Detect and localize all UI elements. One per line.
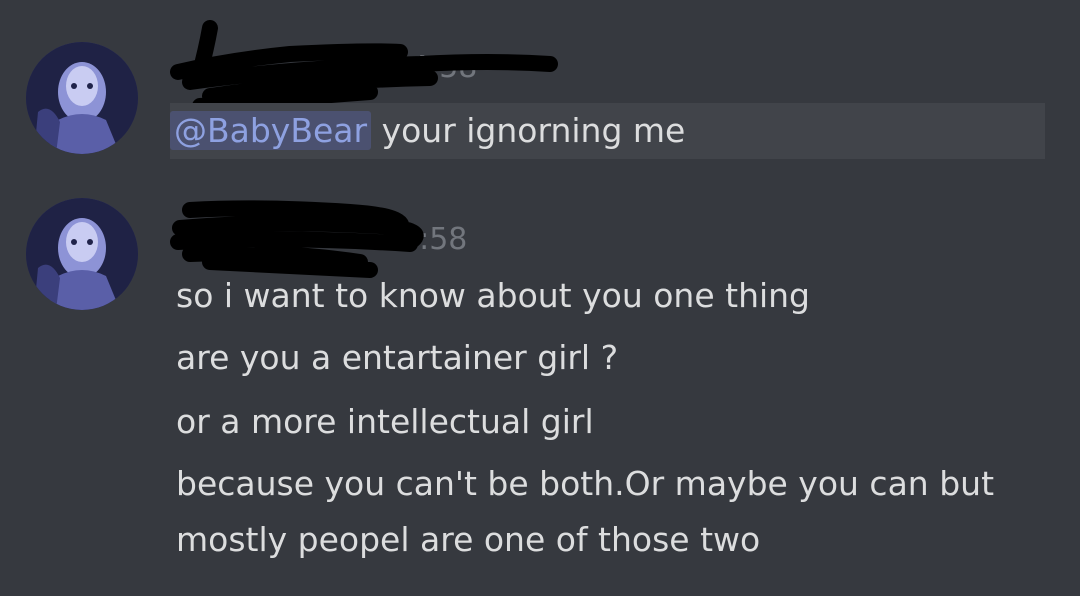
message-group-2: 4:58 so i want to know about you one thi… (0, 180, 1080, 596)
avatar[interactable] (26, 42, 138, 154)
message-line: so i want to know about you one thing (176, 276, 811, 315)
message-text: your ignorning me (371, 111, 686, 150)
message-line: or a more intellectual girl (176, 402, 594, 441)
message-line: are you a entartainer girl ? (176, 338, 619, 377)
message-group-1: 4:58 @BabyBear your ignorning me (0, 0, 1080, 180)
avatar-figure-icon (26, 42, 138, 154)
message-line: mostly peopel are one of those two (176, 520, 761, 559)
message-line: because you can't be both.Or maybe you c… (176, 464, 995, 503)
message-header: 4:58 (170, 190, 590, 278)
avatar[interactable] (26, 198, 138, 310)
user-mention[interactable]: @BabyBear (170, 111, 372, 150)
message-header: 4:58 (170, 20, 590, 114)
redacted-username-scribble (170, 200, 424, 278)
avatar-figure-icon (26, 198, 138, 310)
message-mention-line: @BabyBear your ignorning me (170, 103, 1045, 159)
